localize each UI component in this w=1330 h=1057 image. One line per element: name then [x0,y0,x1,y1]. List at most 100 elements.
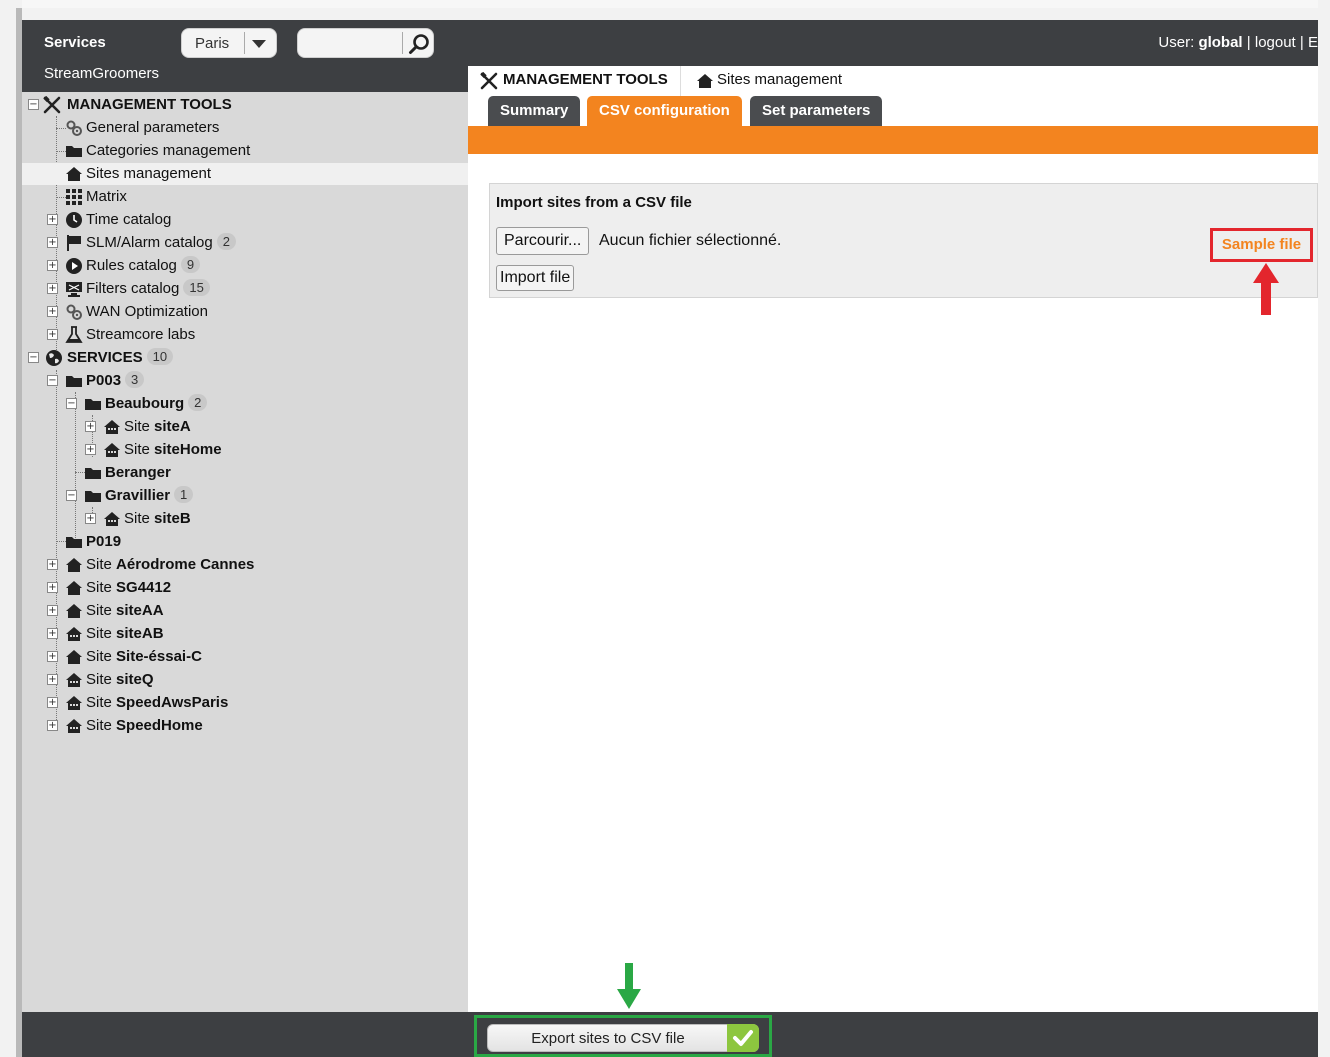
green-arrow-down-icon [617,963,641,1009]
collapse-icon[interactable]: − [28,352,39,363]
tree-node-site-speedawsparis[interactable]: + Site SpeedAwsParis [22,692,468,714]
expand-icon[interactable]: + [47,214,58,225]
bottom-bar: Export sites to CSV file [22,1012,1318,1057]
tree-node-sites-management[interactable]: Sites management [22,163,468,185]
collapse-icon[interactable]: − [66,398,77,409]
expand-icon[interactable]: + [47,283,58,294]
expand-icon[interactable]: + [47,582,58,593]
tree-label: siteAA [116,602,164,619]
folder-open-icon [85,491,101,502]
export-button-label: Export sites to CSV file [531,1030,685,1047]
tree-label: Gravillier [105,487,171,504]
browse-file-button[interactable]: Parcourir... [496,227,590,255]
breadcrumb-sites-management[interactable]: Sites management [717,71,842,88]
search-box [297,28,434,58]
export-sites-csv-button[interactable]: Export sites to CSV file [487,1024,759,1052]
tree-node-slm-alarm-catalog[interactable]: + SLM/Alarm catalog 2 [22,232,468,254]
expand-icon[interactable]: + [47,628,58,639]
folder-open-icon [66,376,82,387]
expand-icon[interactable]: + [47,697,58,708]
tree-node-beranger[interactable]: Beranger [22,462,468,484]
tab-set-parameters[interactable]: Set parameters [750,96,883,126]
tree-node-site-speedhome[interactable]: + Site SpeedHome [22,715,468,737]
tree-node-wan-optimization[interactable]: + WAN Optimization [22,301,468,323]
tree-node-rules-catalog[interactable]: + Rules catalog 9 [22,255,468,277]
tree-label-prefix: Site [124,510,150,527]
logout-link[interactable]: logout [1255,34,1296,51]
tree-node-site-siteQ[interactable]: + Site siteQ [22,669,468,691]
import-file-button[interactable]: Import file [496,265,575,291]
screenshot-top-border [0,0,1330,8]
tree-node-filters-catalog[interactable]: + Filters catalog 15 [22,278,468,300]
truncated-link[interactable]: E [1308,34,1318,51]
tree-node-site-siteAB[interactable]: + Site siteAB [22,623,468,645]
expand-icon[interactable]: + [47,260,58,271]
collapse-icon[interactable]: − [28,99,39,110]
collapse-icon[interactable]: − [47,375,58,386]
city-select[interactable]: Paris [181,28,277,58]
expand-icon[interactable]: + [47,651,58,662]
tree-label-prefix: Site [124,441,150,458]
expand-icon[interactable]: + [47,674,58,685]
search-input[interactable] [304,32,400,54]
sample-file-link[interactable]: Sample file [1210,228,1313,262]
tree-node-streamcore-labs[interactable]: + Streamcore labs [22,324,468,346]
tree-label: SpeedHome [116,717,203,734]
tree-label: Sites management [86,165,212,182]
tree-label: Site-éssai-C [116,648,202,665]
tree-node-site-siteB[interactable]: + Site siteB [22,508,468,530]
tree-node-management-tools[interactable]: − MANAGEMENT TOOLS [22,94,468,116]
breadcrumb-management-tools[interactable]: MANAGEMENT TOOLS [503,71,668,88]
user-separator: | [1299,34,1304,51]
tree-node-site-essai-c[interactable]: + Site Site-éssai-C [22,646,468,668]
expand-icon[interactable]: + [85,421,96,432]
expand-icon[interactable]: + [47,559,58,570]
tree-label: Categories management [86,142,251,159]
user-prefix: User: [1158,34,1195,51]
tree-node-gravillier[interactable]: − Gravillier 1 [22,485,468,507]
expand-icon[interactable]: + [47,605,58,616]
expand-icon[interactable]: + [47,306,58,317]
count-badge: 9 [180,256,201,273]
tree-label: SLM/Alarm catalog [86,234,213,251]
tree-node-p019[interactable]: P019 [22,531,468,553]
red-arrow-up-icon [1253,263,1279,315]
tree-node-beaubourg[interactable]: − Beaubourg 2 [22,393,468,415]
expand-icon[interactable]: + [47,329,58,340]
matrix-grid-icon [66,189,82,205]
tree-node-site-siteAA[interactable]: + Site siteAA [22,600,468,622]
collapse-icon[interactable]: − [66,490,77,501]
tree-node-services[interactable]: − SERVICES 10 [22,347,468,369]
tree-node-p003[interactable]: − P003 3 [22,370,468,392]
import-title: Import sites from a CSV file [496,194,692,211]
screenshot-right-border [1318,0,1330,1057]
user-bar: User: global | logout | E [1158,34,1318,51]
tree-node-site-siteA[interactable]: + Site siteA [22,416,468,438]
expand-icon[interactable]: + [47,720,58,731]
tree-label-prefix: Site [86,694,112,711]
tree-node-matrix[interactable]: Matrix [22,186,468,208]
breadcrumb: MANAGEMENT TOOLS Sites management [468,66,1318,96]
tab-csv-configuration[interactable]: CSV configuration [587,96,742,126]
tree-node-time-catalog[interactable]: + Time catalog [22,209,468,231]
tree-node-categories-management[interactable]: Categories management [22,140,468,162]
house-icon [66,581,82,595]
user-name: global [1198,34,1243,51]
tree-label: siteB [154,510,191,527]
expand-icon[interactable]: + [85,444,96,455]
expand-icon[interactable]: + [47,237,58,248]
tree-node-site-aerodrome-cannes[interactable]: + Site Aérodrome Cannes [22,554,468,576]
main-panel: MANAGEMENT TOOLS Sites management Summar… [468,66,1318,1012]
expand-icon[interactable]: + [85,513,96,524]
csv-import-panel: Import sites from a CSV file Parcourir..… [489,183,1318,298]
tree-label-prefix: Site [86,625,112,642]
tree-node-general-parameters[interactable]: General parameters [22,117,468,139]
tree-label: Filters catalog [86,280,180,297]
tree-node-site-sg4412[interactable]: + Site SG4412 [22,577,468,599]
tree-label-prefix: Site [86,556,112,573]
tree-node-site-siteHome[interactable]: + Site siteHome [22,439,468,461]
tab-summary[interactable]: Summary [488,96,581,126]
site-house-icon [66,627,82,641]
chevron-down-icon[interactable] [252,40,266,48]
search-icon[interactable] [407,32,431,56]
